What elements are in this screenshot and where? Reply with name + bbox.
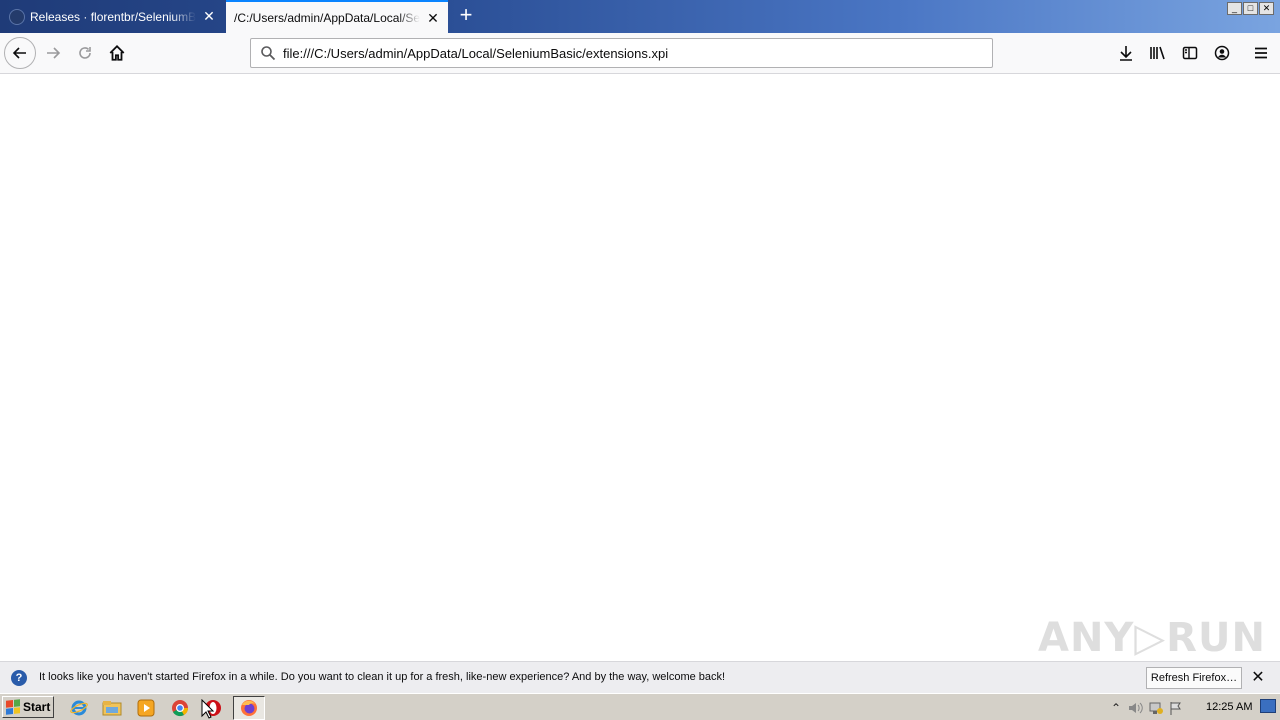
question-icon: ? <box>11 670 27 686</box>
start-label: Start <box>23 700 51 714</box>
forward-icon <box>47 47 61 59</box>
close-tab-icon[interactable]: ✕ <box>426 11 440 25</box>
chevron-up-icon[interactable]: ⌃ <box>1106 699 1126 717</box>
tab-title: Releases · florentbr/SeleniumBasic <box>30 9 196 24</box>
notification-message: It looks like you haven't started Firefo… <box>39 671 726 683</box>
refresh-firefox-button[interactable]: Refresh Firefox… <box>1146 667 1242 689</box>
home-button[interactable] <box>101 37 133 69</box>
maximize-button[interactable]: □ <box>1243 2 1258 15</box>
home-icon <box>109 44 125 61</box>
clock: 12:25 AM <box>1206 701 1253 713</box>
menu-button[interactable] <box>1245 37 1277 69</box>
account-icon <box>1214 45 1230 61</box>
tab-releases[interactable]: Releases · florentbr/SeleniumBasic ✕ <box>0 0 224 33</box>
github-icon <box>9 9 25 25</box>
minimize-button[interactable]: _ <box>1227 2 1242 15</box>
close-tab-icon[interactable]: ✕ <box>202 9 216 23</box>
account-button[interactable] <box>1206 37 1238 69</box>
downloads-button[interactable] <box>1110 37 1142 69</box>
mouse-cursor-icon <box>201 699 215 719</box>
notification-bar: ? It looks like you haven't started Fire… <box>0 661 1280 693</box>
library-button[interactable] <box>1142 37 1174 69</box>
show-desktop-button[interactable] <box>1260 699 1276 713</box>
taskbar-firefox-button[interactable] <box>233 696 265 720</box>
url-bar[interactable] <box>250 38 993 68</box>
close-window-button[interactable]: ✕ <box>1259 2 1274 15</box>
search-icon <box>259 44 277 62</box>
ie-icon[interactable] <box>68 697 90 719</box>
network-icon[interactable] <box>1146 699 1166 717</box>
taskbar: Start ⌃ 12:25 AM <box>0 693 1280 720</box>
firefox-icon <box>241 700 257 716</box>
windows-logo-icon <box>6 699 20 715</box>
navigation-toolbar <box>0 33 1280 74</box>
tab-extensions-xpi[interactable]: /C:/Users/admin/AppData/Local/SeleniumBa… <box>226 0 448 33</box>
tab-strip: Releases · florentbr/SeleniumBasic ✕ /C:… <box>0 0 1280 33</box>
tab-title: /C:/Users/admin/AppData/Local/SeleniumBa… <box>234 10 420 25</box>
window-controls: _ □ ✕ <box>1227 2 1274 15</box>
start-button[interactable]: Start <box>2 696 54 718</box>
library-icon <box>1150 46 1165 60</box>
forward-button[interactable] <box>37 37 69 69</box>
close-icon[interactable]: ✕ <box>1250 670 1266 686</box>
page-content <box>0 75 1280 661</box>
sidebar-button[interactable] <box>1174 37 1206 69</box>
menu-icon <box>1255 47 1267 59</box>
reload-icon <box>79 47 91 59</box>
explorer-icon[interactable] <box>101 697 123 719</box>
url-input[interactable] <box>283 45 983 61</box>
back-icon <box>12 47 26 59</box>
sidebar-icon <box>1182 46 1198 60</box>
reload-button[interactable] <box>69 37 101 69</box>
anyrun-watermark: ANY▷RUN <box>1038 615 1266 661</box>
media-player-icon[interactable] <box>135 697 157 719</box>
back-button[interactable] <box>4 37 36 69</box>
volume-icon[interactable] <box>1126 699 1146 717</box>
download-icon <box>1120 46 1132 61</box>
new-tab-button[interactable]: + <box>454 4 478 28</box>
chrome-icon[interactable] <box>169 697 191 719</box>
flag-icon[interactable] <box>1166 699 1186 717</box>
